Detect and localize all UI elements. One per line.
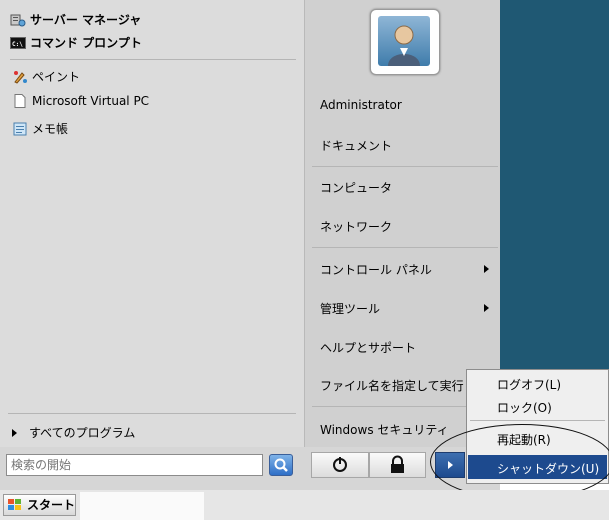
start-button[interactable]: スタート (3, 494, 76, 516)
pinned-item-command-prompt[interactable]: C:\ コマンド プロンプト (10, 34, 142, 51)
paint-icon (12, 70, 28, 84)
start-label: スタート (27, 498, 76, 512)
right-item-help[interactable]: ヘルプとサポート (320, 339, 416, 356)
notepad-icon (12, 122, 28, 136)
pinned-item-label: コマンド プロンプト (30, 36, 142, 50)
lock-button[interactable] (369, 452, 426, 478)
user-name: Administrator (320, 98, 402, 112)
right-item-label: ネットワーク (320, 220, 393, 234)
windows-logo-icon (7, 498, 23, 512)
submenu-arrow-icon (484, 265, 489, 273)
menu-item-label: ロック(O) (497, 401, 552, 415)
recent-item-label: ペイント (32, 70, 81, 84)
recent-item-paint[interactable]: ペイント (12, 68, 80, 85)
annotation-ellipse (430, 424, 609, 500)
all-programs-button[interactable]: すべてのプログラム (12, 424, 135, 441)
pinned-divider (10, 59, 296, 60)
right-item-user[interactable]: Administrator (320, 98, 402, 112)
right-divider-1 (312, 166, 498, 167)
user-picture-icon (378, 16, 430, 66)
all-programs-label: すべてのプログラム (29, 426, 136, 440)
recent-item-label: メモ帳 (32, 122, 69, 136)
right-item-label: コンピュータ (320, 181, 393, 195)
right-item-label: ヘルプとサポート (320, 341, 417, 355)
power-icon (333, 457, 347, 472)
pinned-item-label: サーバー マネージャ (30, 13, 142, 27)
all-programs-divider (8, 413, 296, 414)
menu-item-logoff[interactable]: ログオフ(L) (497, 376, 561, 393)
taskbar-area (80, 492, 204, 520)
search-button[interactable] (269, 454, 293, 476)
svg-text:C:\: C:\ (12, 41, 23, 48)
right-item-label: ドキュメント (320, 139, 393, 153)
recent-item-label: Microsoft Virtual PC (32, 94, 150, 108)
right-item-admin-tools[interactable]: 管理ツール (320, 300, 380, 317)
menu-item-lock[interactable]: ロック(O) (497, 399, 552, 416)
right-item-label: Windows セキュリティ (320, 423, 449, 437)
right-item-label: 管理ツール (320, 302, 381, 316)
menu-divider (470, 420, 605, 421)
document-icon (12, 94, 28, 108)
right-item-windows-security[interactable]: Windows セキュリティ (320, 421, 449, 438)
right-divider-2 (312, 247, 498, 248)
right-item-label: コントロール パネル (320, 263, 432, 277)
right-item-computer[interactable]: コンピュータ (320, 179, 392, 196)
recent-item-virtual-pc[interactable]: Microsoft Virtual PC (12, 94, 149, 108)
server-manager-icon (10, 13, 26, 27)
right-item-documents[interactable]: ドキュメント (320, 137, 392, 154)
right-item-network[interactable]: ネットワーク (320, 218, 392, 235)
right-item-run[interactable]: ファイル名を指定して実行 (320, 377, 464, 394)
recent-item-notepad[interactable]: メモ帳 (12, 120, 68, 137)
menu-item-label: ログオフ(L) (497, 378, 562, 392)
power-button[interactable] (311, 452, 369, 478)
submenu-arrow-icon (484, 304, 489, 312)
search-input[interactable] (6, 454, 263, 476)
right-item-control-panel[interactable]: コントロール パネル (320, 261, 432, 278)
lock-icon (391, 455, 404, 473)
right-item-label: ファイル名を指定して実行 (320, 379, 464, 393)
command-prompt-icon: C:\ (10, 36, 26, 50)
arrow-right-icon (12, 429, 17, 437)
search-icon (274, 458, 288, 472)
pinned-item-server-manager[interactable]: サーバー マネージャ (10, 11, 141, 28)
